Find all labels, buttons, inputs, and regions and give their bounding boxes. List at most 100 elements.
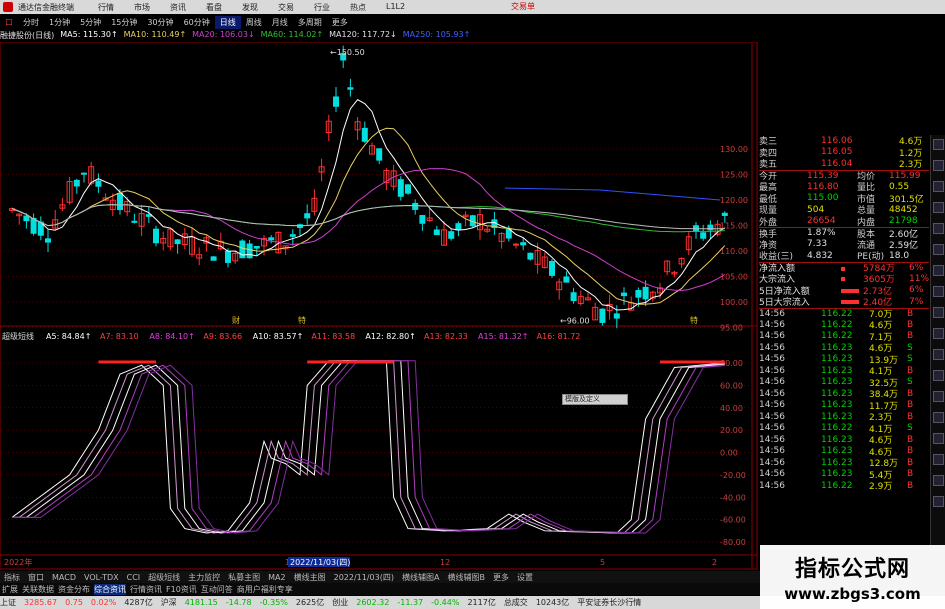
- candle-body: [433, 229, 440, 236]
- info-tab[interactable]: 互动问答: [201, 584, 233, 595]
- quote-row: 14:56 116.23 11.7万 B: [759, 400, 929, 412]
- indicator-tab[interactable]: 横线辅图A: [400, 572, 441, 583]
- tick-time: 14:56: [759, 331, 785, 342]
- toolbar-icon[interactable]: [933, 391, 944, 402]
- menu-item[interactable]: 交易: [278, 2, 294, 13]
- period-tab[interactable]: 15分钟: [106, 16, 142, 29]
- toolbar-icon[interactable]: [933, 349, 944, 360]
- menu-item[interactable]: 热点: [350, 2, 366, 13]
- tick-time: 14:56: [759, 342, 785, 353]
- info-tab[interactable]: 行情资讯: [130, 584, 162, 595]
- candle-body: [642, 286, 649, 300]
- indicator-tick-label: -60.00: [720, 516, 746, 525]
- ma-legend-item: MA20: 106.03↓: [192, 30, 255, 39]
- price-tick-label: 115.00: [720, 222, 748, 231]
- period-tab[interactable]: 月线: [267, 16, 293, 29]
- menu-item[interactable]: 看盘: [206, 2, 222, 13]
- quote-row: 14:56 116.23 5.4万 B: [759, 469, 929, 481]
- indicator-tab[interactable]: CCI: [125, 573, 143, 582]
- period-tab[interactable]: 日线: [214, 15, 241, 29]
- toolbar-icon[interactable]: [933, 475, 944, 486]
- tick-side: S: [907, 354, 913, 365]
- period-tab[interactable]: 60分钟: [179, 16, 215, 29]
- tick-side: B: [907, 331, 914, 342]
- candle-body: [570, 292, 577, 302]
- status-item: 总成交: [503, 598, 528, 607]
- watermark-title: 指标公式网: [794, 557, 910, 582]
- toolbar-icon[interactable]: [933, 139, 944, 150]
- indicator-tab[interactable]: 设置: [515, 572, 535, 583]
- indicator-tab[interactable]: 窗口: [26, 572, 46, 583]
- indicator-tab[interactable]: 横线主图: [292, 572, 328, 583]
- quote-row: 收益(三) 4.832 PE(动) 18.0: [759, 250, 929, 263]
- menu-item[interactable]: 行业: [314, 2, 330, 13]
- period-tab[interactable]: 多周期: [293, 16, 327, 29]
- right-toolbar: [930, 135, 945, 575]
- flow-percent: 7%: [909, 296, 924, 307]
- indicator-tab[interactable]: 2022/11/03(四): [332, 572, 396, 583]
- indicator-tab[interactable]: MACD: [50, 573, 78, 582]
- menu-item[interactable]: 发现: [242, 2, 258, 13]
- toolbar-icon[interactable]: [933, 454, 944, 465]
- tick-side: B: [907, 434, 914, 445]
- info-tab[interactable]: 资金分布: [58, 584, 90, 595]
- trade-order-button[interactable]: 交易单: [511, 1, 535, 12]
- info-tab[interactable]: 关联数据: [22, 584, 54, 595]
- info-tab[interactable]: 商用户福利专享: [237, 584, 293, 595]
- toolbar-icon[interactable]: [933, 307, 944, 318]
- indicator-tab[interactable]: 指标: [2, 572, 22, 583]
- period-tab[interactable]: 周线: [241, 16, 267, 29]
- flow-percent: 6%: [909, 285, 924, 296]
- status-item: 3285.67: [24, 598, 58, 607]
- info-tab[interactable]: 综合资讯: [94, 583, 126, 595]
- toolbar-icon[interactable]: [933, 181, 944, 192]
- toolbar-icon[interactable]: [933, 370, 944, 381]
- x-axis-label: 5: [600, 558, 605, 567]
- toolbar-icon[interactable]: [933, 160, 944, 171]
- menu-item[interactable]: 市场: [134, 2, 150, 13]
- indicator-tab[interactable]: 超级短线: [146, 572, 182, 583]
- toolbar-icon[interactable]: [933, 412, 944, 423]
- toolbar-icon[interactable]: [933, 202, 944, 213]
- toolbar-icon[interactable]: [933, 496, 944, 507]
- toolbar-icon[interactable]: [933, 265, 944, 276]
- toolbar-icon[interactable]: [933, 223, 944, 234]
- info-tab[interactable]: 扩展: [2, 584, 18, 595]
- period-tab[interactable]: 1分钟: [44, 16, 75, 29]
- menu-item[interactable]: 资讯: [170, 2, 186, 13]
- tick-time: 14:56: [759, 388, 785, 399]
- info-tab[interactable]: F10资讯: [166, 584, 197, 595]
- toolbar-icon[interactable]: [933, 286, 944, 297]
- menu-item[interactable]: 行情: [98, 2, 114, 13]
- tick-price: 116.22: [821, 331, 853, 342]
- stat-value: 0.55: [889, 181, 910, 192]
- candle-body: [549, 260, 555, 276]
- oscillator-line: [11, 360, 725, 534]
- indicator-tab[interactable]: MA2: [266, 573, 287, 582]
- tick-time: 14:56: [759, 377, 785, 388]
- menu-item[interactable]: L1L2: [386, 2, 405, 13]
- kline-chart[interactable]: 130.00125.00120.00115.00110.00105.00100.…: [0, 42, 760, 570]
- ma-legend-item: MA60: 114.02↑: [260, 30, 324, 39]
- status-item: -0.44%: [431, 598, 460, 607]
- period-tab[interactable]: 30分钟: [142, 16, 178, 29]
- period-tab[interactable]: 5分钟: [75, 16, 106, 29]
- period-tab[interactable]: 更多: [327, 16, 353, 29]
- template-popup[interactable]: 模版及定义: [562, 394, 628, 405]
- candle-body: [131, 220, 138, 223]
- toolbar-icon[interactable]: [933, 328, 944, 339]
- quote-row: 14:56 116.23 4.6万 S: [759, 342, 929, 355]
- indicator-tab[interactable]: 私募主图: [226, 572, 262, 583]
- toolbar-icon[interactable]: [933, 433, 944, 444]
- candle-body: [268, 237, 275, 241]
- indicator-legend-item: A13: 82.33: [424, 332, 468, 341]
- toolbar-icon[interactable]: [933, 244, 944, 255]
- indicator-tab[interactable]: 主力监控: [186, 572, 222, 583]
- period-tab[interactable]: 分时: [18, 16, 44, 29]
- indicator-tab[interactable]: VOL-TDX: [82, 573, 121, 582]
- period-tab[interactable]: 口: [0, 16, 18, 29]
- indicator-tab[interactable]: 横线辅图B: [445, 572, 487, 583]
- tick-time: 14:56: [759, 469, 785, 480]
- indicator-tab[interactable]: 更多: [491, 572, 511, 583]
- tick-side: B: [907, 411, 914, 422]
